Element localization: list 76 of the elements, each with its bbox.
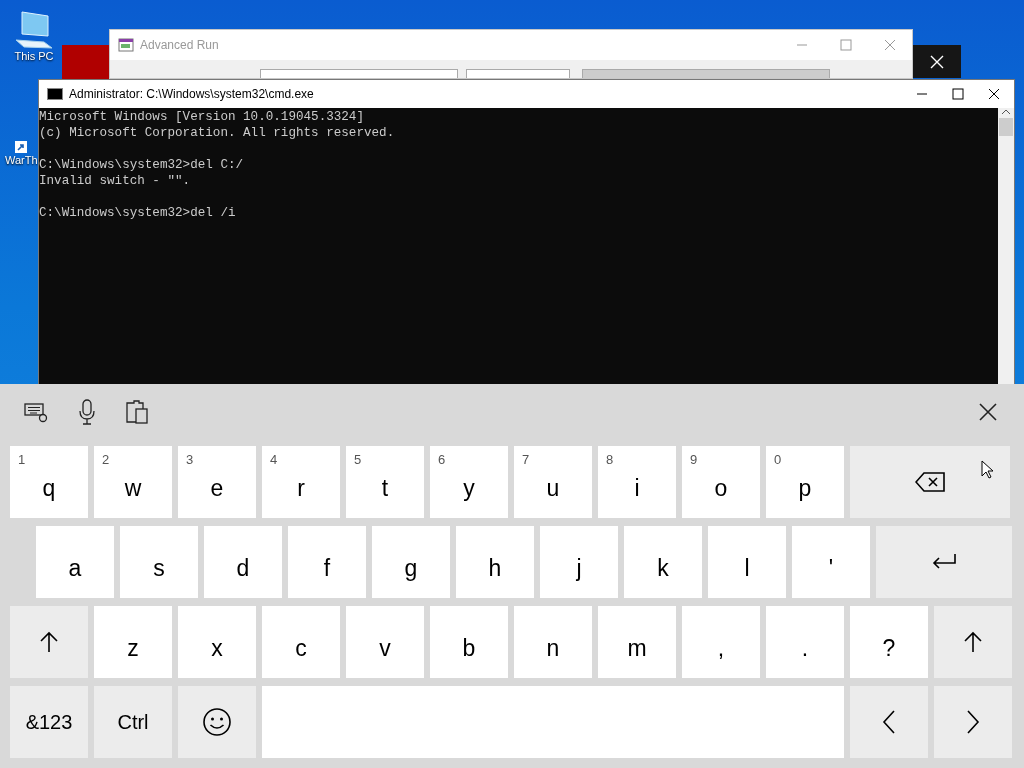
- key[interactable]: q 1: [10, 446, 88, 518]
- console-line: C:\Windows\system32>del C:/: [39, 157, 245, 173]
- key[interactable]: ?: [850, 606, 928, 678]
- key-hint: 2: [102, 452, 110, 467]
- key[interactable]: i 8: [598, 446, 676, 518]
- backspace-key[interactable]: [850, 446, 1010, 518]
- console-line: C:\Windows\system32>del /i: [39, 205, 237, 221]
- key[interactable]: n: [514, 606, 592, 678]
- app-icon: [118, 37, 134, 53]
- text-field[interactable]: [466, 69, 570, 78]
- keyboard-settings-icon[interactable]: [24, 401, 48, 423]
- key[interactable]: x: [178, 606, 256, 678]
- console-line: Microsoft Windows [Version 10.0.19045.3324]: [39, 109, 365, 125]
- console-line: Invalid switch - "".: [39, 173, 192, 189]
- key[interactable]: ,: [682, 606, 760, 678]
- computer-icon: [14, 10, 54, 50]
- close-button[interactable]: [913, 45, 961, 78]
- key[interactable]: m: [598, 606, 676, 678]
- key-hint: 9: [690, 452, 698, 467]
- close-icon[interactable]: [988, 88, 1000, 100]
- key[interactable]: u 7: [514, 446, 592, 518]
- key-hint: 7: [522, 452, 530, 467]
- clipboard-icon[interactable]: [126, 400, 148, 424]
- mouse-pointer-icon: [981, 460, 993, 479]
- shift-icon: [963, 631, 983, 653]
- key[interactable]: Ctrl: [94, 686, 172, 758]
- key[interactable]: .: [766, 606, 844, 678]
- key[interactable]: h: [456, 526, 534, 598]
- key[interactable]: ': [792, 526, 870, 598]
- key[interactable]: s: [120, 526, 198, 598]
- key[interactable]: f: [288, 526, 366, 598]
- key[interactable]: l: [708, 526, 786, 598]
- key-hint: 8: [606, 452, 614, 467]
- shortcut-icon: [14, 140, 29, 154]
- key[interactable]: e 3: [178, 446, 256, 518]
- console-line: (c) Microsoft Corporation. All rights reserved.: [39, 125, 396, 141]
- scroll-up-icon[interactable]: [1001, 108, 1011, 116]
- key[interactable]: w 2: [94, 446, 172, 518]
- key[interactable]: a: [36, 526, 114, 598]
- checkbox-field[interactable]: [582, 69, 830, 78]
- window-title: Administrator: C:\Windows\system32\cmd.exe: [69, 87, 314, 101]
- icon-label: WarTh: [5, 154, 38, 166]
- scrollbar-thumb[interactable]: [999, 118, 1013, 136]
- close-icon[interactable]: [978, 402, 998, 422]
- key-hint: 0: [774, 452, 782, 467]
- key-hint: 3: [186, 452, 194, 467]
- shift-icon: [39, 631, 59, 653]
- close-icon: [930, 54, 944, 69]
- key[interactable]: o 9: [682, 446, 760, 518]
- key-hint: 5: [354, 452, 362, 467]
- key[interactable]: y 6: [430, 446, 508, 518]
- icon-label: This PC: [14, 50, 54, 62]
- key[interactable]: r 4: [262, 446, 340, 518]
- key[interactable]: d: [204, 526, 282, 598]
- key[interactable]: j: [540, 526, 618, 598]
- key[interactable]: b: [430, 606, 508, 678]
- emoji-key[interactable]: [178, 686, 256, 758]
- key-hint: 1: [18, 452, 26, 467]
- key[interactable]: k: [624, 526, 702, 598]
- emoji-icon: [202, 707, 232, 737]
- backspace-icon: [915, 472, 945, 492]
- key[interactable]: z: [94, 606, 172, 678]
- dropdown[interactable]: [260, 69, 458, 78]
- key[interactable]: t 5: [346, 446, 424, 518]
- microphone-icon[interactable]: [78, 399, 96, 425]
- enter-icon: [931, 553, 957, 571]
- key[interactable]: g: [372, 526, 450, 598]
- key[interactable]: v: [346, 606, 424, 678]
- key[interactable]: c: [262, 606, 340, 678]
- key[interactable]: &123: [10, 686, 88, 758]
- key-hint: 4: [270, 452, 278, 467]
- console-icon: [47, 88, 63, 100]
- key-hint: 6: [438, 452, 446, 467]
- key[interactable]: p 0: [766, 446, 844, 518]
- maximize-icon[interactable]: [952, 88, 964, 100]
- window-title: Advanced Run: [140, 38, 219, 52]
